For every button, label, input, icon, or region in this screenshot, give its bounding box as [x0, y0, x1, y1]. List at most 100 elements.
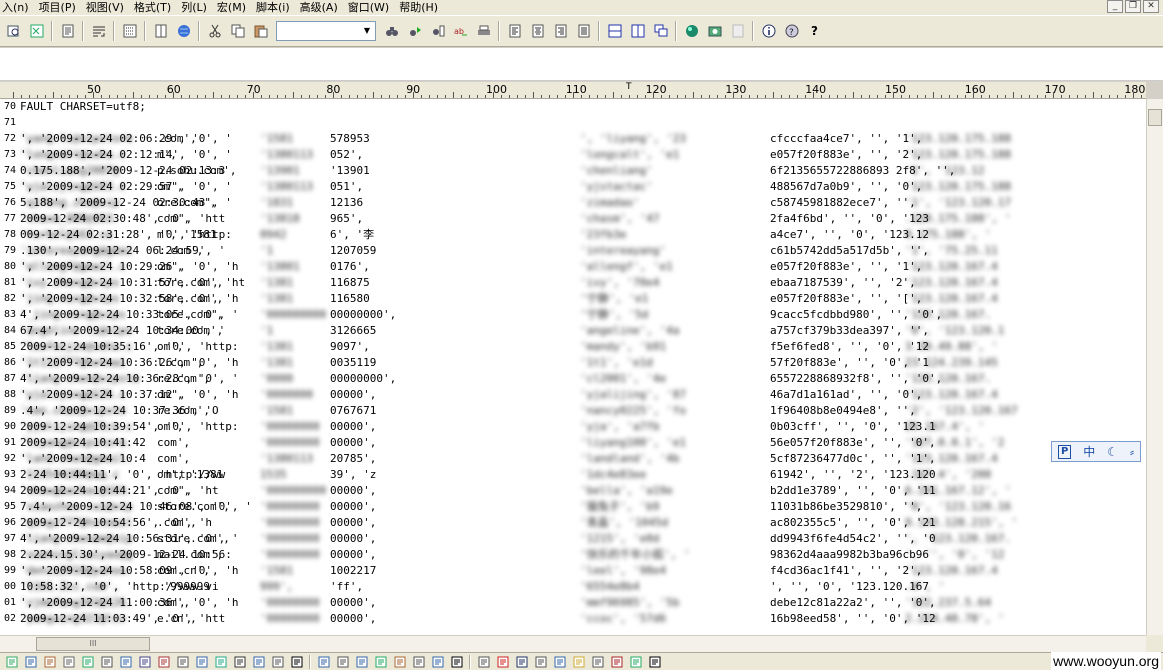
wrap-button[interactable]	[88, 20, 110, 42]
table-button[interactable]	[316, 654, 332, 670]
editor-line[interactable]: 95'xiaozhou.cui@vip store.com', '00000000…	[0, 499, 1146, 515]
list-button[interactable]	[194, 654, 210, 670]
find-button[interactable]	[381, 20, 403, 42]
save-button[interactable]	[80, 654, 96, 670]
editor-line[interactable]: 96'qingz777@hotmail .com', '00000000 00000…	[0, 515, 1146, 531]
replace-button[interactable]: ab	[450, 20, 472, 42]
layout-button[interactable]	[335, 654, 351, 670]
menu-item[interactable]: 窗口(W)	[346, 1, 397, 15]
checkbox-button[interactable]	[175, 654, 191, 670]
help-button[interactable]	[449, 654, 465, 670]
help-button[interactable]	[647, 654, 663, 670]
uncomment-button[interactable]	[61, 654, 77, 670]
ruler-button[interactable]	[99, 654, 115, 670]
copy-button[interactable]	[227, 20, 249, 42]
form-button[interactable]	[373, 654, 389, 670]
editor-line[interactable]: 82'jing.ning@vips tore.com', '1381 116580 '…	[0, 291, 1146, 307]
align-button[interactable]	[270, 654, 286, 670]
web-preview-button[interactable]	[681, 20, 703, 42]
menu-item[interactable]: 视图(V)	[84, 1, 132, 15]
menu-item[interactable]: 宏(M)	[215, 1, 254, 15]
ime-mode-indicator[interactable]: P	[1057, 444, 1072, 459]
editor-line[interactable]: 79'intereayang@gmai l.com', '1 1207059'int…	[0, 243, 1146, 259]
editor-line[interactable]: 73'longcalt@sohu.c m', '1380113 052', 'lon…	[0, 147, 1146, 163]
editor-line[interactable]: 01'zjmefang343@126. com', '00000000 00000'…	[0, 595, 1146, 611]
editor-line[interactable]: 70 FAULT CHARSET=utf8;	[0, 99, 1146, 115]
menu-item[interactable]: 高级(A)	[298, 1, 346, 15]
disabled-tool-button[interactable]	[727, 20, 749, 42]
menu-item[interactable]: 帮助(H)	[397, 1, 446, 15]
align-right-button[interactable]	[550, 20, 572, 42]
split-horizontal-button[interactable]	[604, 20, 626, 42]
editor-line[interactable]: 94'showgbacbac@163. com', '000000000 00000…	[0, 483, 1146, 499]
align-left-button[interactable]	[504, 20, 526, 42]
find-next-button[interactable]	[404, 20, 426, 42]
editor-line[interactable]: 92'land.chen@gmail. com', '1380113 20785',…	[0, 451, 1146, 467]
macro-button[interactable]	[156, 654, 172, 670]
help-button[interactable]	[289, 654, 305, 670]
image-button[interactable]	[213, 654, 229, 670]
editor-line[interactable]: 86'1t111777@hotmai l.com', '1381 0035119'1…	[0, 355, 1146, 371]
grid-button[interactable]	[137, 654, 153, 670]
copy-button[interactable]	[476, 654, 492, 670]
vertical-scrollbar[interactable]	[1146, 99, 1163, 635]
ime-toolbar[interactable]: P 中 ☾ ⸗	[1051, 441, 1141, 462]
indent-button[interactable]	[4, 654, 20, 670]
folder-button[interactable]	[571, 654, 587, 670]
comment-button[interactable]	[42, 654, 58, 670]
menu-item[interactable]: 列(L)	[179, 1, 215, 15]
page-button[interactable]	[533, 654, 549, 670]
editor-line[interactable]: 88'yjalijing@126.c om', '0000000 00000', '…	[0, 387, 1146, 403]
ime-language-indicator[interactable]: 中	[1083, 443, 1095, 460]
word-button[interactable]	[514, 654, 530, 670]
find-in-files-button[interactable]	[427, 20, 449, 42]
pdf-button[interactable]	[609, 654, 625, 670]
paste-button[interactable]	[250, 20, 272, 42]
menu-item[interactable]: 项目(P)	[37, 1, 84, 15]
search-button[interactable]	[552, 654, 568, 670]
help-button[interactable]: ?	[804, 20, 826, 42]
split-vertical-button[interactable]	[627, 20, 649, 42]
editor-line[interactable]: 85'loufeijie@sohu.c om', '1381 9097', 'man…	[0, 339, 1146, 355]
editor-line[interactable]: 83 '_jing.ning@vips tore.com', '000000000 0…	[0, 307, 1146, 323]
editor-line[interactable]: 84'angeline.li@vips tore.com', '1 3126665 '…	[0, 323, 1146, 339]
align-center-button[interactable]	[527, 20, 549, 42]
justify-button[interactable]	[573, 20, 595, 42]
punctuation-icon[interactable]: ⸗	[1130, 445, 1134, 459]
cascade-button[interactable]	[650, 20, 672, 42]
word-button[interactable]	[495, 654, 511, 670]
editor-line[interactable]: 00'1161.Zcc.com', '999999 999', 'ff', '65…	[0, 579, 1146, 595]
chevron-down-icon[interactable]: ▼	[360, 23, 374, 39]
editor-line[interactable]: 71	[0, 115, 1146, 131]
editor-line[interactable]: 02'yangxing323@liv e.cn', '00000000 00000'…	[0, 611, 1146, 627]
menu-item[interactable]: 脚本(i)	[254, 1, 298, 15]
text-editor-area[interactable]: 70 FAULT CHARSET=utf8; 71 72'yang.li@vipsto…	[0, 99, 1146, 635]
editor-line[interactable]: 97'liang.chenam@vip store.com', '00000000…	[0, 531, 1146, 547]
horizontal-scroll-thumb[interactable]: III	[36, 637, 150, 651]
editor-line[interactable]: 78'turbol@163.co m', '1581 0942 6', '李 '23fb…	[0, 227, 1146, 243]
frame-button[interactable]	[392, 654, 408, 670]
editor-line[interactable]: 76'qifeng.zhe@vip ore.com', '1831 12136'zi…	[0, 195, 1146, 211]
editor-line[interactable]: 72'yang.li@vipstore .com', '1581 578953 ', …	[0, 131, 1146, 147]
editor-line[interactable]: 74'chenliang2007@ p.sohu.com', '13901'139…	[0, 163, 1146, 179]
print-preview-button[interactable]	[3, 20, 25, 42]
info-button[interactable]	[758, 20, 780, 42]
editor-line[interactable]: 90'yjalijing@21cn.c om', '00000000 00000',…	[0, 419, 1146, 435]
table-button[interactable]	[118, 654, 134, 670]
editor-line[interactable]: 89'nan.chai@vipsto re.com', '1581 0767671 '…	[0, 403, 1146, 419]
editor-line[interactable]: 77'chasm_888@163. com', '13818 965', 'chas…	[0, 211, 1146, 227]
list-button[interactable]	[354, 654, 370, 670]
code-button[interactable]	[430, 654, 446, 670]
editor-line[interactable]: 93'113544289@qq.c om', '1381 1535 39', 'z '1…	[0, 467, 1146, 483]
editor-line[interactable]: 91'liyang@vipstore. com', '00000000 00000'…	[0, 435, 1146, 451]
restore-button[interactable]: ❐	[1125, 0, 1141, 13]
context-help-button[interactable]: ?	[781, 20, 803, 42]
moon-icon[interactable]: ☾	[1107, 445, 1118, 459]
menu-item[interactable]: 格式(T)	[132, 1, 179, 15]
tag-button[interactable]	[251, 654, 267, 670]
document-button[interactable]	[590, 654, 606, 670]
editor-line[interactable]: 99'denzi2910@yahoo. com.cn', '1581 1002217…	[0, 563, 1146, 579]
editor-line[interactable]: 87'liang.chen@vipsta re.com', '0000 000000…	[0, 371, 1146, 387]
spreadsheet-button[interactable]	[26, 20, 48, 42]
edit-button[interactable]	[411, 654, 427, 670]
